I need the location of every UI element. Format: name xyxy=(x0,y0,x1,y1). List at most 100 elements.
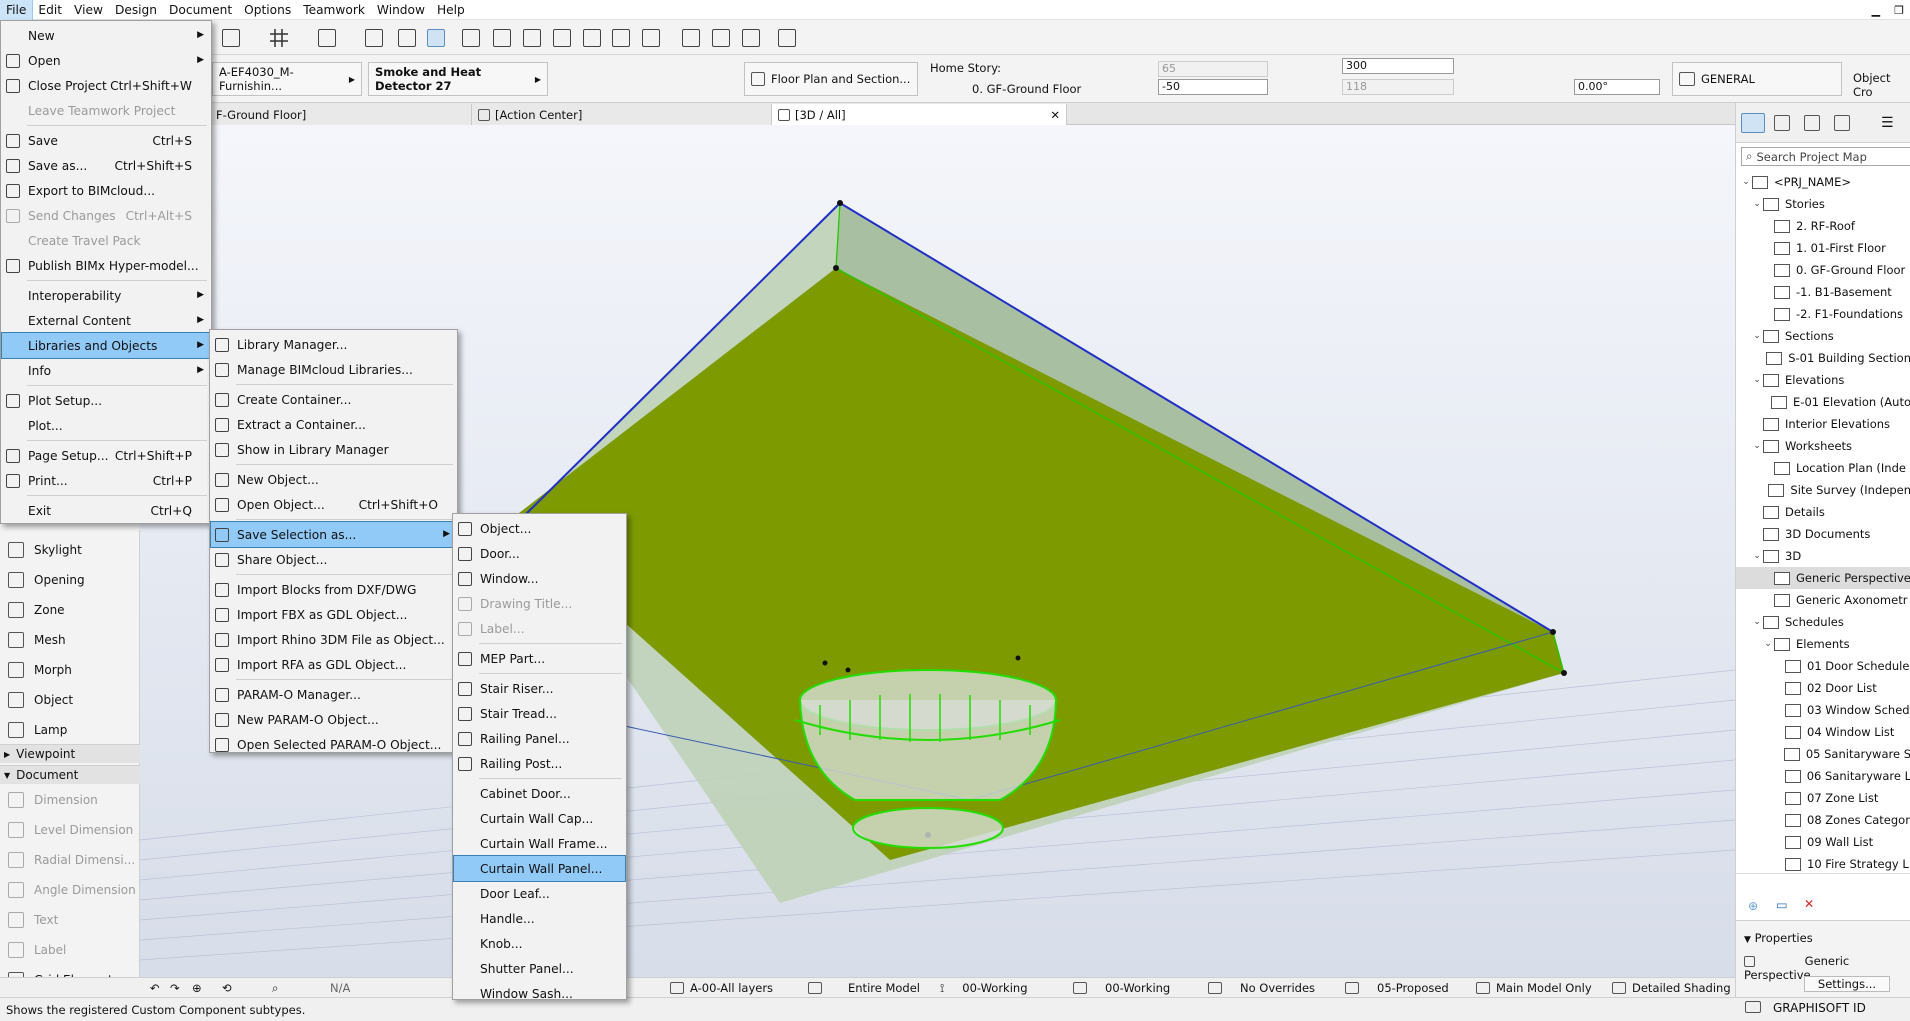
redo-icon[interactable]: ↷ xyxy=(170,978,180,998)
menu-item-library-manager[interactable]: Library Manager... xyxy=(211,332,456,357)
nav-item-08-zones-categor[interactable]: 08 Zones Categor xyxy=(1736,809,1910,831)
tool-lamp[interactable]: Lamp xyxy=(0,718,140,742)
object-name-field[interactable]: Smoke and Heat Detector 27 ▶ xyxy=(368,62,548,96)
graphisoft-id-label[interactable]: GRAPHISOFT ID xyxy=(1773,1001,1866,1015)
model-view-selector[interactable]: 00-Working xyxy=(1073,978,1170,998)
menu-item-import-fbx-as-gdl-object[interactable]: Import FBX as GDL Object... xyxy=(211,602,456,627)
chevron-down-icon[interactable]: ⌄ xyxy=(1751,331,1763,341)
shading-selector[interactable]: Detailed Shading xyxy=(1612,978,1731,998)
guide-icon[interactable] xyxy=(427,29,445,47)
menu-item-publish-bimx-hyper-model[interactable]: Publish BIMx Hyper-model... xyxy=(2,253,210,278)
ruler-icon[interactable] xyxy=(365,29,383,47)
menu-document[interactable]: Document xyxy=(163,0,238,20)
menu-item-plot[interactable]: Plot... xyxy=(2,413,210,438)
menu-item-close-project[interactable]: Close Project Ctrl+Shift+W xyxy=(2,73,210,98)
snap-icon[interactable] xyxy=(318,29,336,47)
nav-item-stories[interactable]: ⌄ Stories xyxy=(1736,193,1910,215)
project-map-icon[interactable] xyxy=(1741,113,1765,133)
chevron-down-icon[interactable]: ⌄ xyxy=(1762,639,1774,649)
zoom-icon[interactable]: ⊕ xyxy=(192,978,202,998)
nav-item-0-gf-ground-floor[interactable]: 0. GF-Ground Floor xyxy=(1736,259,1910,281)
menu-item-door[interactable]: Door... xyxy=(454,541,625,566)
menu-item-manage-bimcloud-libraries[interactable]: Manage BIMcloud Libraries... xyxy=(211,357,456,382)
nav-item-interior-elevations[interactable]: Interior Elevations xyxy=(1736,413,1910,435)
tool-angle-dimension[interactable]: Angle Dimension xyxy=(0,878,140,902)
refresh-icon[interactable] xyxy=(742,29,760,47)
menu-item-create-travel-pack[interactable]: Create Travel Pack xyxy=(2,228,210,253)
layers-selector[interactable]: A-00-All layers xyxy=(670,978,773,998)
nav-item-generic-axonometr[interactable]: Generic Axonometr xyxy=(1736,589,1910,611)
teamwork-icon[interactable] xyxy=(778,29,796,47)
menu-item-open[interactable]: Open ▶ xyxy=(2,48,210,73)
nav-item-02-door-list[interactable]: 02 Door List xyxy=(1736,677,1910,699)
menu-teamwork[interactable]: Teamwork xyxy=(297,0,371,20)
menu-item-libraries-and-objects[interactable]: Libraries and Objects ▶ xyxy=(1,332,211,359)
restore-icon[interactable]: ❐ xyxy=(1894,4,1904,17)
menu-item-interoperability[interactable]: Interoperability ▶ xyxy=(2,283,210,308)
menu-item-railing-post[interactable]: Railing Post... xyxy=(454,751,625,776)
layout-book-icon[interactable] xyxy=(1804,115,1820,131)
menu-item-cabinet-door[interactable]: Cabinet Door... xyxy=(454,781,625,806)
cross-icon[interactable] xyxy=(398,29,416,47)
menu-item-param-o-manager[interactable]: PARAM-O Manager... xyxy=(211,682,456,707)
floor-plan-selector[interactable]: Floor Plan and Section... xyxy=(744,62,918,96)
menu-item-import-blocks-from-dxf-dwg[interactable]: Import Blocks from DXF/DWG xyxy=(211,577,456,602)
menu-item-info[interactable]: Info ▶ xyxy=(2,358,210,383)
menu-options[interactable]: Options xyxy=(238,0,297,20)
menu-design[interactable]: Design xyxy=(109,0,163,20)
menu-item-knob[interactable]: Knob... xyxy=(454,931,625,956)
menu-item-new[interactable]: New ▶ xyxy=(2,23,210,48)
nav-item-elements[interactable]: ⌄ Elements xyxy=(1736,633,1910,655)
tool-level-dimension[interactable]: Level Dimension xyxy=(0,818,140,842)
library-part-selector[interactable]: A-EF4030_M- Furnishin... ▶ xyxy=(212,62,362,96)
menu-item-external-content[interactable]: External Content ▶ xyxy=(2,308,210,333)
fillet-icon[interactable] xyxy=(553,29,571,47)
menu-item-stair-tread[interactable]: Stair Tread... xyxy=(454,701,625,726)
elevation-field[interactable]: 65 xyxy=(1158,61,1268,77)
group-document[interactable]: ▼ Document xyxy=(0,765,140,784)
tool-text[interactable]: Text xyxy=(0,908,140,932)
nav-item-prj-name[interactable]: ⌄ <PRJ_NAME> xyxy=(1736,171,1910,193)
close-icon[interactable]: ✕ xyxy=(1050,108,1060,122)
tool-radial-dimensi[interactable]: Radial Dimensi... xyxy=(0,848,140,872)
depth-field[interactable]: 118 xyxy=(1342,79,1454,95)
menu-item-show-in-library-manager[interactable]: Show in Library Manager xyxy=(211,437,456,462)
nav-item-05-sanitaryware-s[interactable]: 05 Sanitaryware S xyxy=(1736,743,1910,765)
nav-item-site-survey-indepen[interactable]: Site Survey (Indepen xyxy=(1736,479,1910,501)
menu-item-mep-part[interactable]: MEP Part... xyxy=(454,646,625,671)
flag-icon[interactable] xyxy=(682,29,700,47)
angle-field[interactable]: 0.00° xyxy=(1574,79,1660,95)
nav-item-07-zone-list[interactable]: 07 Zone List xyxy=(1736,787,1910,809)
menu-file[interactable]: File xyxy=(0,0,34,21)
delete-icon[interactable]: ✕ xyxy=(1804,897,1814,911)
nav-item-3d-documents[interactable]: 3D Documents xyxy=(1736,523,1910,545)
hammer-icon[interactable] xyxy=(493,29,511,47)
grid-icon[interactable] xyxy=(270,29,288,47)
chevron-down-icon[interactable]: ⌄ xyxy=(1751,617,1763,627)
roof-icon[interactable] xyxy=(642,29,660,47)
chevron-down-icon[interactable]: ⌄ xyxy=(1751,199,1763,209)
menu-item-handle[interactable]: Handle... xyxy=(454,906,625,931)
menu-item-open-selected-param-o-object[interactable]: Open Selected PARAM-O Object... xyxy=(211,732,456,757)
menu-item-new-object[interactable]: New Object... xyxy=(211,467,456,492)
nav-item-2-rf-roof[interactable]: 2. RF-Roof xyxy=(1736,215,1910,237)
new-view-icon[interactable]: ▭ xyxy=(1776,898,1788,912)
nav-item-details[interactable]: Details xyxy=(1736,501,1910,523)
menu-item-page-setup[interactable]: Page Setup... Ctrl+Shift+P xyxy=(2,443,210,468)
nav-item-sections[interactable]: ⌄ Sections xyxy=(1736,325,1910,347)
overrides-selector[interactable]: No Overrides xyxy=(1208,978,1315,998)
chevron-down-icon[interactable]: ⌄ xyxy=(1740,177,1752,187)
menu-item-share-object[interactable]: Share Object... xyxy=(211,547,456,572)
menu-item-window-sash[interactable]: Window Sash... xyxy=(454,981,625,1006)
nav-item-location-plan-inde[interactable]: Location Plan (Inde xyxy=(1736,457,1910,479)
layer-selector[interactable]: GENERAL xyxy=(1672,62,1842,96)
menu-item-label[interactable]: Label... xyxy=(454,616,625,641)
renovation-selector[interactable]: 05-Proposed xyxy=(1345,978,1449,998)
menu-item-create-container[interactable]: Create Container... xyxy=(211,387,456,412)
nav-item-06-sanitaryware-l[interactable]: 06 Sanitaryware L xyxy=(1736,765,1910,787)
menu-item-import-rhino-3dm-file-as-object[interactable]: Import Rhino 3DM File as Object... xyxy=(211,627,456,652)
trim-icon[interactable] xyxy=(462,29,480,47)
chevron-down-icon[interactable]: ⌄ xyxy=(1751,551,1763,561)
model-selector[interactable]: Entire Model xyxy=(808,978,920,998)
tool-dimension[interactable]: Dimension xyxy=(0,788,140,812)
